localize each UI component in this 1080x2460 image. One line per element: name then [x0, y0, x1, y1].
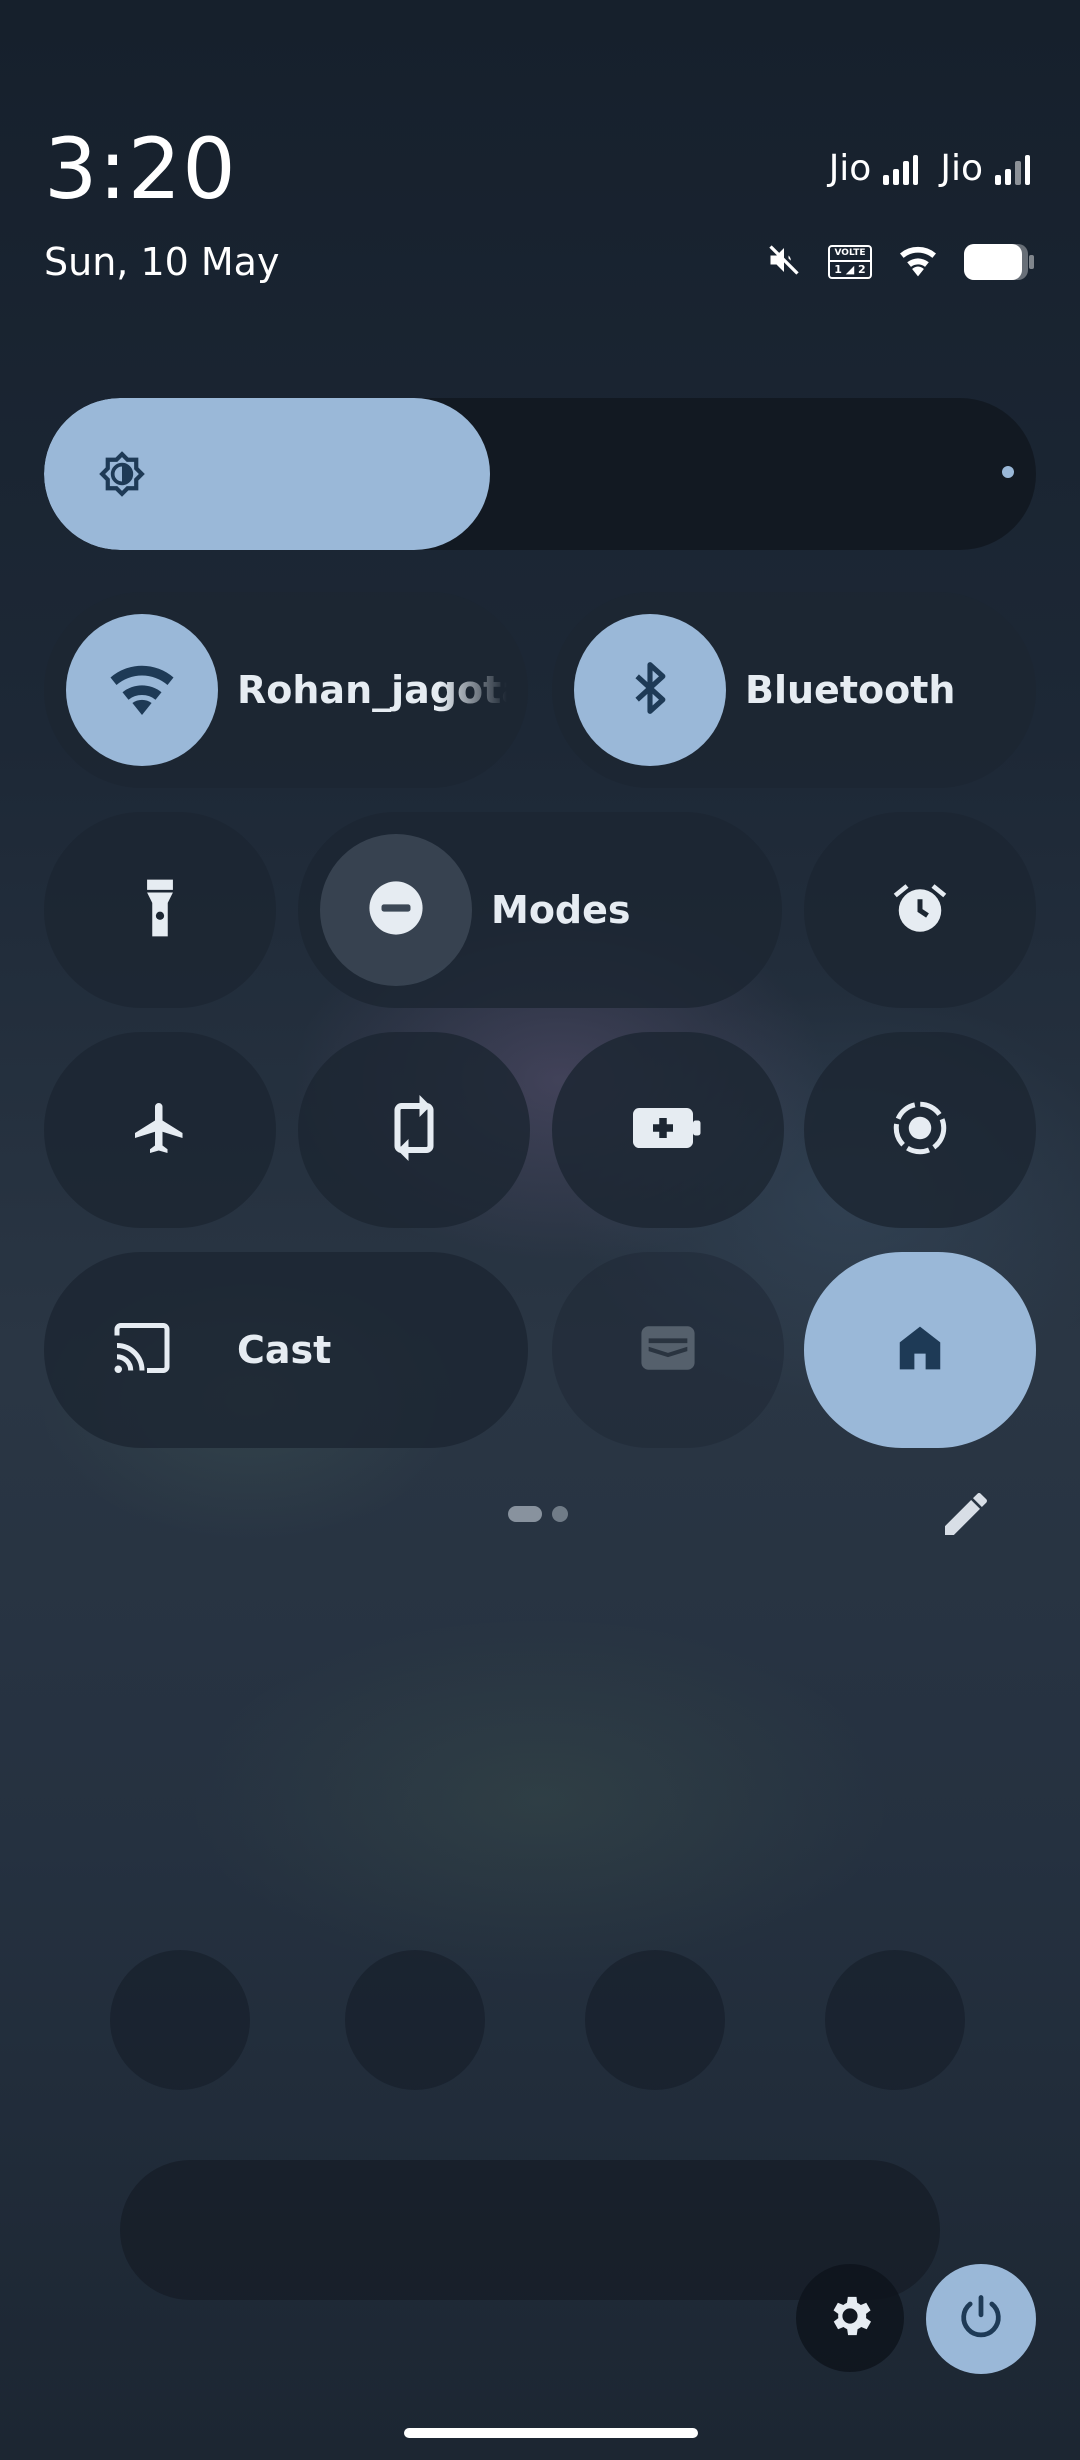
bluetooth-tile-label: Bluetooth [745, 668, 956, 712]
modes-tile-icon-circle[interactable] [320, 834, 472, 986]
clock-time[interactable]: 3:20 [44, 120, 237, 218]
carrier-signal-row: Jio Jio [829, 148, 1030, 189]
airplane-mode-tile[interactable] [44, 1032, 276, 1228]
cast-tile-label: Cast [237, 1328, 332, 1372]
wallet-icon [639, 1323, 697, 1377]
wifi-icon [106, 658, 178, 722]
gear-icon [824, 2290, 876, 2346]
screen-record-tile[interactable] [804, 1032, 1036, 1228]
page-indicator[interactable] [508, 1506, 568, 1522]
volte-icon: VOLTE 1 ◢ 2 [828, 245, 872, 279]
battery-icon [964, 244, 1034, 280]
auto-rotate-icon [389, 1095, 439, 1165]
status-icons: VOLTE 1 ◢ 2 [766, 242, 1034, 282]
mute-icon [766, 242, 802, 282]
edit-icon[interactable] [938, 1486, 994, 1546]
modes-tile[interactable]: Modes [298, 812, 782, 1008]
gesture-navigation-bar[interactable] [404, 2428, 698, 2438]
bluetooth-icon [622, 656, 678, 724]
auto-rotate-tile[interactable] [298, 1032, 530, 1228]
volte-label: VOLTE [830, 247, 870, 262]
flashlight-icon [138, 877, 182, 943]
blurred-app-icon [825, 1950, 965, 2090]
home-tile[interactable] [804, 1252, 1036, 1448]
alarm-tile[interactable] [804, 812, 1036, 1008]
alarm-icon [890, 878, 950, 942]
blurred-app-icon [110, 1950, 250, 2090]
page-dot [552, 1506, 568, 1522]
bluetooth-tile[interactable]: Bluetooth [552, 592, 1036, 788]
signal-icon [883, 153, 919, 185]
bluetooth-tile-icon-circle[interactable] [574, 614, 726, 766]
modes-tile-label: Modes [491, 888, 631, 932]
power-button[interactable] [926, 2264, 1036, 2374]
wifi-tile-icon-circle[interactable] [66, 614, 218, 766]
brightness-slider[interactable] [44, 398, 1036, 550]
page-dot-active [508, 1506, 542, 1522]
wifi-tile-label: Rohan_jagota [237, 668, 507, 712]
carrier-label-sim2: Jio [940, 148, 983, 189]
brightness-max-dot [1002, 466, 1014, 478]
cast-icon [112, 1320, 172, 1380]
airplane-icon [130, 1098, 190, 1162]
settings-button[interactable] [796, 2264, 904, 2372]
wifi-icon [898, 242, 938, 282]
cast-tile[interactable]: Cast [44, 1252, 528, 1448]
wallet-tile[interactable] [552, 1252, 784, 1448]
carrier-label-sim1: Jio [828, 148, 872, 189]
flashlight-tile[interactable] [44, 812, 276, 1008]
screen-record-icon [890, 1098, 950, 1162]
wifi-tile[interactable]: Rohan_jagota [44, 592, 528, 788]
battery-saver-icon [633, 1104, 703, 1156]
date-label[interactable]: Sun, 10 May [44, 240, 279, 284]
do-not-disturb-icon [367, 879, 425, 941]
home-icon [893, 1321, 947, 1379]
power-icon [955, 2291, 1007, 2347]
battery-saver-tile[interactable] [552, 1032, 784, 1228]
signal-icon [995, 153, 1030, 185]
blurred-app-icon [585, 1950, 725, 2090]
wallpaper-background [0, 0, 1080, 2460]
brightness-icon [94, 446, 150, 506]
volte-sim-label: 1 ◢ 2 [834, 263, 866, 276]
blurred-app-icon [345, 1950, 485, 2090]
